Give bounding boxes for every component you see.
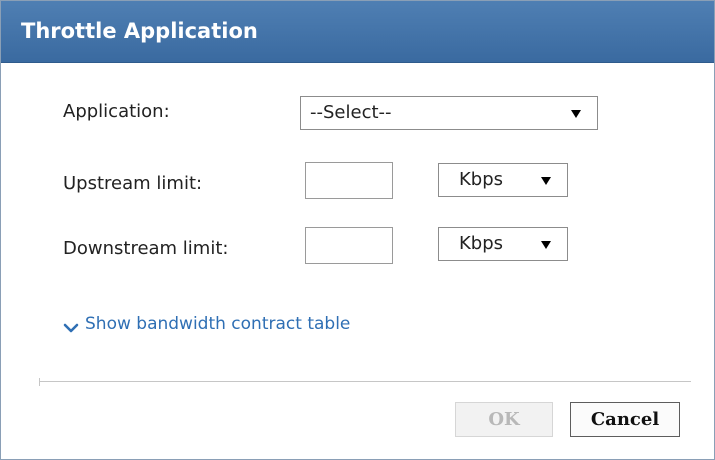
show-bandwidth-contract-table-label: Show bandwidth contract table bbox=[85, 314, 351, 334]
application-select-value: --Select-- bbox=[310, 102, 392, 123]
upstream-limit-input[interactable] bbox=[305, 162, 393, 199]
upstream-unit-select[interactable]: Kbps bbox=[438, 163, 568, 197]
divider-tick bbox=[39, 378, 40, 386]
throttle-application-dialog: Throttle Application Application: --Sele… bbox=[0, 0, 715, 460]
upstream-unit-value: Kbps bbox=[459, 169, 504, 190]
dialog-title-bar[interactable]: Throttle Application bbox=[1, 1, 714, 63]
cancel-button[interactable]: Cancel bbox=[570, 402, 680, 437]
dropdown-arrow-icon bbox=[571, 110, 581, 118]
downstream-unit-value: Kbps bbox=[459, 233, 504, 254]
application-select[interactable]: --Select-- bbox=[300, 96, 598, 130]
downstream-limit-label: Downstream limit: bbox=[63, 238, 229, 259]
dialog-title: Throttle Application bbox=[21, 19, 258, 43]
downstream-unit-select[interactable]: Kbps bbox=[438, 227, 568, 261]
downstream-limit-input[interactable] bbox=[305, 227, 393, 264]
dropdown-arrow-icon bbox=[541, 177, 551, 185]
upstream-limit-label: Upstream limit: bbox=[63, 173, 203, 194]
ok-button[interactable]: OK bbox=[455, 402, 553, 437]
footer-divider bbox=[39, 381, 691, 382]
show-bandwidth-contract-table-link[interactable]: Show bandwidth contract table bbox=[63, 313, 350, 335]
dropdown-arrow-icon bbox=[541, 241, 551, 249]
chevron-down-icon bbox=[63, 318, 79, 333]
application-label: Application: bbox=[63, 101, 170, 122]
